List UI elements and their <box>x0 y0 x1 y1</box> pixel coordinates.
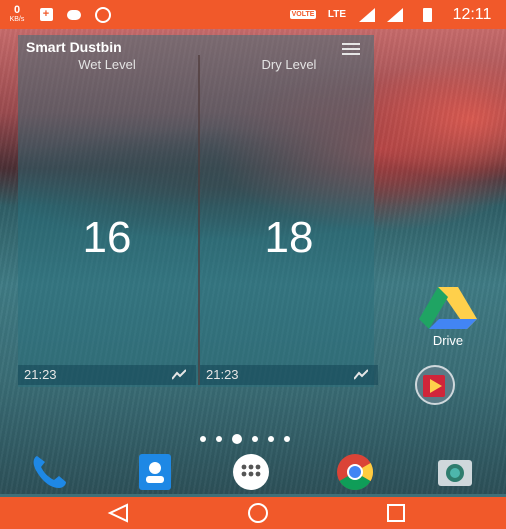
wet-level-label: Wet Level <box>78 57 136 72</box>
app-drawer-button[interactable] <box>228 452 274 492</box>
app-drawer-icon <box>233 454 269 490</box>
battery-icon <box>420 0 434 29</box>
dry-level-time: 21:23 <box>206 367 239 382</box>
page-dot-current <box>232 434 242 444</box>
recents-icon <box>387 504 405 522</box>
smart-dustbin-widget[interactable]: Smart Dustbin Wet Level 16 21:23 Dry Lev… <box>18 35 378 387</box>
dry-level-footer: 21:23 <box>200 365 378 385</box>
play-movies-app[interactable] <box>415 365 455 405</box>
data-speed-unit: KB/s <box>9 15 25 23</box>
status-bar: 0 KB/s + VOLTE LTE 12:11 <box>0 0 506 29</box>
page-dot <box>200 436 206 442</box>
volte-badge: VOLTE <box>289 10 317 19</box>
play-movies-icon <box>415 365 455 405</box>
trend-icon <box>354 369 368 380</box>
hd-icon <box>64 0 84 29</box>
drive-label: Drive <box>432 333 464 348</box>
chrome-app[interactable] <box>332 452 378 492</box>
back-button[interactable] <box>88 497 148 529</box>
drive-app[interactable]: Drive <box>410 285 486 348</box>
camera-icon <box>438 460 472 486</box>
chrome-icon <box>337 454 374 491</box>
contacts-icon <box>139 454 171 490</box>
navigation-bar <box>0 497 506 529</box>
data-speed-value: 0 <box>13 3 21 16</box>
wet-level-panel[interactable]: Wet Level 16 21:23 <box>18 55 196 385</box>
wet-level-footer: 21:23 <box>18 365 196 385</box>
home-icon <box>248 503 268 523</box>
wet-level-value: 16 <box>82 213 132 262</box>
lte-indicator: LTE <box>327 9 347 20</box>
page-dot <box>268 436 274 442</box>
contacts-app[interactable] <box>132 452 178 492</box>
page-dot <box>252 436 258 442</box>
phone-app[interactable] <box>26 452 72 492</box>
dry-level-value: 18 <box>264 213 314 262</box>
drive-icon <box>419 287 477 329</box>
wet-level-time: 21:23 <box>24 367 57 382</box>
recents-button[interactable] <box>366 497 426 529</box>
dry-level-label: Dry Level <box>261 57 317 72</box>
signal-icon <box>356 0 378 29</box>
back-icon <box>107 503 128 523</box>
menu-icon[interactable] <box>342 43 360 55</box>
whatsapp-icon <box>93 0 113 29</box>
data-speed-indicator: 0 KB/s <box>4 0 30 29</box>
signal-icon <box>384 0 406 29</box>
home-button[interactable] <box>228 497 288 529</box>
trend-icon <box>172 369 186 380</box>
page-dot <box>284 436 290 442</box>
box-notification-icon: + <box>36 0 56 29</box>
dry-level-panel[interactable]: Dry Level 18 21:23 <box>200 55 378 385</box>
phone-icon <box>33 456 66 488</box>
page-dot <box>216 436 222 442</box>
camera-app[interactable] <box>432 452 478 492</box>
widget-title: Smart Dustbin <box>26 39 122 55</box>
page-indicator[interactable] <box>200 433 324 445</box>
status-clock: 12:11 <box>452 5 492 23</box>
